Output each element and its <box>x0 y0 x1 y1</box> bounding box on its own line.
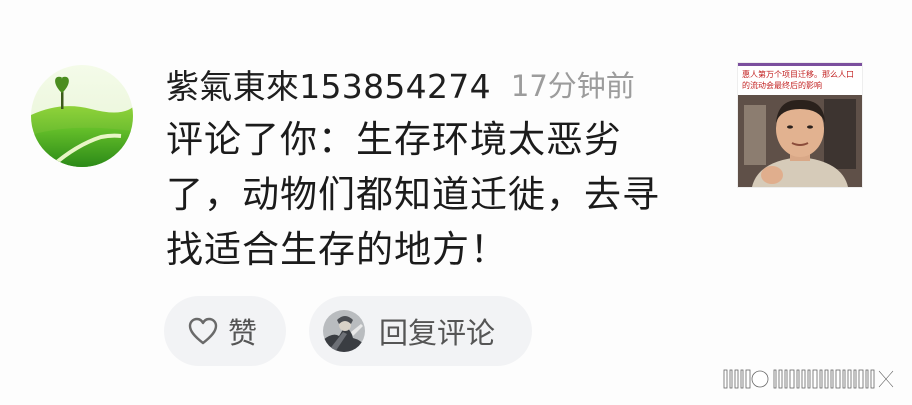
watermark-logo <box>722 368 900 395</box>
like-button[interactable]: 赞 <box>164 296 286 366</box>
comment-line: 了，动物们都知道迁徙，去寻 <box>166 173 660 216</box>
barcode-watermark-icon <box>723 369 895 389</box>
comment-line: 找适合生存的地方！ <box>166 228 508 271</box>
like-label: 赞 <box>228 316 258 350</box>
reply-label: 回复评论 <box>379 316 496 350</box>
thumbnail-headline: 惠人第万个项目迁移。那么人口的流动会最终后的影响 <box>742 70 854 90</box>
current-user-avatar <box>323 310 365 352</box>
comment-text[interactable]: 评论了你：生存环境太恶劣 了，动物们都知道迁徙，去寻 找适合生存的地方！ <box>166 112 706 277</box>
warrior-avatar-icon <box>323 310 365 352</box>
username[interactable]: 紫氣東來153854274 <box>166 60 491 108</box>
green-hills-tree-icon <box>31 65 133 167</box>
thumbnail-accent-bar <box>738 63 862 66</box>
comment-line: 评论了你：生存环境太恶劣 <box>166 118 622 161</box>
comment-header: 紫氣東來153854274 17分钟前 <box>166 62 635 106</box>
user-avatar[interactable] <box>31 65 133 167</box>
reply-comment-button[interactable]: 回复评论 <box>309 296 532 366</box>
heart-icon <box>188 317 218 345</box>
video-frame-image <box>738 95 862 187</box>
timestamp: 17分钟前 <box>510 69 635 103</box>
post-thumbnail[interactable]: 惠人第万个项目迁移。那么人口的流动会最终后的影响 <box>738 63 862 187</box>
